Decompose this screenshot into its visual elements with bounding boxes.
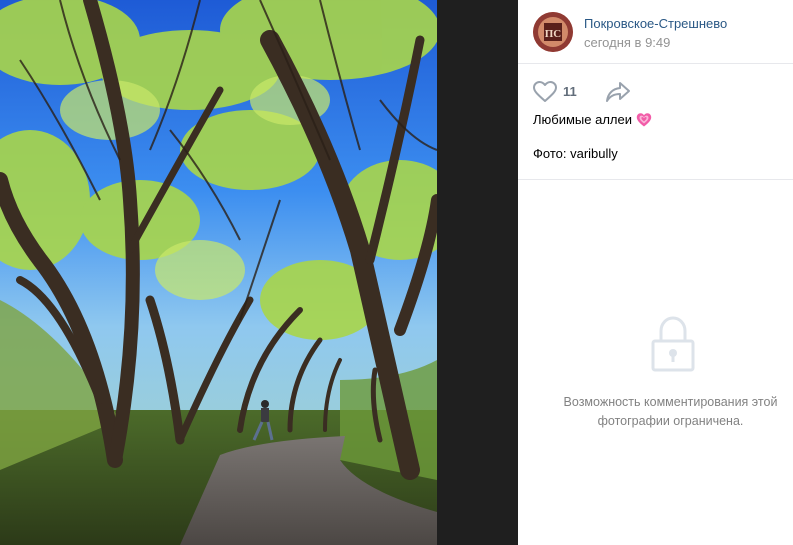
- avatar[interactable]: ПС: [533, 12, 573, 52]
- post-header: ПС Покровское-Стрешнево сегодня в 9:49: [518, 0, 793, 64]
- photo-credit: Фото: varibully: [533, 146, 618, 161]
- share-button[interactable]: [605, 80, 631, 104]
- author-name[interactable]: Покровское-Стрешнево: [584, 16, 727, 31]
- divider: [518, 179, 793, 180]
- avatar-logo: ПС: [533, 12, 573, 52]
- share-arrow-icon: [606, 82, 630, 102]
- photo-viewer: ПС Покровское-Стрешнево сегодня в 9:49 1…: [0, 0, 793, 545]
- like-count: 11: [563, 84, 577, 99]
- lock-icon: [651, 316, 695, 372]
- like-button[interactable]: 11: [533, 80, 593, 104]
- post-actions: 11: [533, 80, 783, 104]
- photo-area: [0, 0, 518, 545]
- comments-restricted-message: Возможность комментирования этой фотогра…: [563, 395, 778, 428]
- caption-text: Любимые аллеи: [533, 112, 633, 127]
- avatar-text: ПС: [545, 28, 562, 40]
- photo[interactable]: [0, 0, 437, 545]
- heart-outline-icon: [533, 81, 557, 102]
- post-panel: ПС Покровское-Стрешнево сегодня в 9:49 1…: [518, 0, 793, 545]
- post-timestamp[interactable]: сегодня в 9:49: [584, 35, 670, 50]
- post-caption: Любимые аллеи: [533, 112, 783, 128]
- pink-heart-emoji-icon: [636, 113, 652, 127]
